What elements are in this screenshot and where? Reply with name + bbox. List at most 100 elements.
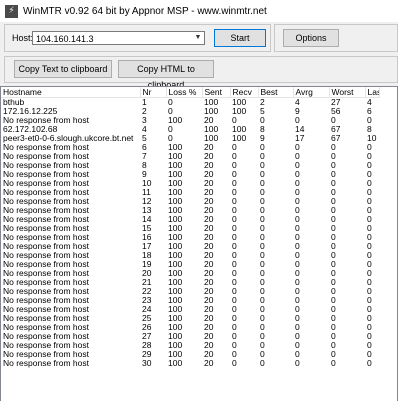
column-header-nr[interactable]: Nr — [140, 87, 167, 98]
table-cell: 20 — [204, 152, 214, 161]
table-row[interactable]: No response from host 30 100 20 0 0 0 0 0 — [1, 359, 379, 368]
table-cell: 0 — [367, 215, 372, 224]
table-cell: 0 — [260, 350, 265, 359]
table-cell: 0 — [331, 269, 336, 278]
table-cell: 28 — [142, 341, 152, 350]
table-cell: 100 — [168, 206, 183, 215]
table-cell: 0 — [331, 260, 336, 269]
column-header-avrg[interactable]: Avrg — [293, 87, 330, 98]
table-cell: 0 — [232, 152, 237, 161]
host-combobox[interactable]: 104.160.141.3 ▼ — [32, 31, 205, 45]
table-row[interactable]: No response from host 9 100 20 0 0 0 0 0 — [1, 170, 379, 179]
table-cell: 0 — [232, 323, 237, 332]
table-cell: 0 — [295, 197, 300, 206]
table-cell: 20 — [204, 206, 214, 215]
start-button[interactable]: Start — [214, 29, 266, 47]
copy-text-button[interactable]: Copy Text to clipboard — [14, 60, 112, 78]
table-row[interactable]: No response from host 11 100 20 0 0 0 0 0 — [1, 188, 379, 197]
table-row[interactable]: No response from host 18 100 20 0 0 0 0 0 — [1, 251, 379, 260]
table-cell: 67 — [331, 134, 341, 143]
column-header-loss[interactable]: Loss % — [166, 87, 203, 98]
table-row[interactable]: No response from host 7 100 20 0 0 0 0 0 — [1, 152, 379, 161]
table-cell: 56 — [331, 107, 341, 116]
table-cell: 0 — [367, 224, 372, 233]
table-cell: 16 — [142, 233, 152, 242]
table-cell: 9 — [142, 170, 147, 179]
results-listview[interactable]: HostnameNrLoss %SentRecvBestAvrgWorstLas… — [0, 86, 398, 401]
table-cell: 0 — [260, 251, 265, 260]
table-row[interactable]: No response from host 3 100 20 0 0 0 0 0 — [1, 116, 379, 125]
table-cell: 0 — [232, 305, 237, 314]
title-bar: ⚡ WinMTR v0.92 64 bit by Appnor MSP - ww… — [0, 0, 398, 22]
table-cell: 20 — [204, 224, 214, 233]
table-cell: 0 — [295, 161, 300, 170]
column-header-worst[interactable]: Worst — [329, 87, 366, 98]
table-cell: 0 — [367, 170, 372, 179]
table-cell: 4 — [367, 97, 372, 107]
table-cell: 30 — [142, 359, 152, 368]
table-row[interactable]: 62.172.102.68 4 0 100 100 8 14 67 8 — [1, 125, 379, 134]
table-row[interactable]: No response from host 25 100 20 0 0 0 0 0 — [1, 314, 379, 323]
table-row[interactable]: bthub 1 0 100 100 2 4 27 4 — [1, 98, 379, 108]
column-header-hostname[interactable]: Hostname — [1, 87, 141, 98]
table-cell: 0 — [331, 170, 336, 179]
column-header-recv[interactable]: Recv — [230, 87, 259, 98]
table-row[interactable]: No response from host 14 100 20 0 0 0 0 0 — [1, 215, 379, 224]
column-header-sent[interactable]: Sent — [202, 87, 231, 98]
table-cell: 0 — [367, 260, 372, 269]
table-cell: 0 — [295, 233, 300, 242]
table-cell: 23 — [142, 296, 152, 305]
chevron-down-icon[interactable]: ▼ — [192, 32, 204, 44]
table-cell: 0 — [331, 215, 336, 224]
table-row[interactable]: No response from host 13 100 20 0 0 0 0 0 — [1, 206, 379, 215]
table-row[interactable]: No response from host 19 100 20 0 0 0 0 0 — [1, 260, 379, 269]
table-cell: 8 — [142, 161, 147, 170]
table-row[interactable]: No response from host 27 100 20 0 0 0 0 0 — [1, 332, 379, 341]
table-row[interactable]: No response from host 20 100 20 0 0 0 0 0 — [1, 269, 379, 278]
copy-html-button[interactable]: Copy HTML to clipboard — [118, 60, 214, 90]
options-button[interactable]: Options — [283, 29, 339, 47]
table-cell: 0 — [260, 197, 265, 206]
table-row[interactable]: No response from host 26 100 20 0 0 0 0 0 — [1, 323, 379, 332]
table-cell: No response from host — [3, 341, 89, 350]
table-row[interactable]: No response from host 12 100 20 0 0 0 0 0 — [1, 197, 379, 206]
table-cell: 20 — [204, 251, 214, 260]
table-cell: 0 — [367, 197, 372, 206]
table-row[interactable]: No response from host 17 100 20 0 0 0 0 0 — [1, 242, 379, 251]
table-cell: 0 — [367, 188, 372, 197]
table-cell: No response from host — [3, 350, 89, 359]
table-row[interactable]: No response from host 24 100 20 0 0 0 0 0 — [1, 305, 379, 314]
table-row[interactable]: peer3-et0-0-6.slough.ukcore.bt.net 5 0 100 1… — [1, 134, 379, 143]
table-row[interactable]: No response from host 21 100 20 0 0 0 0 0 — [1, 278, 379, 287]
table-cell: 17 — [142, 242, 152, 251]
table-cell: 0 — [331, 278, 336, 287]
table-cell: 2 — [260, 97, 265, 107]
table-row[interactable]: No response from host 15 100 20 0 0 0 0 0 — [1, 224, 379, 233]
table-cell: 0 — [232, 161, 237, 170]
table-row[interactable]: No response from host 10 100 20 0 0 0 0 0 — [1, 179, 379, 188]
table-cell: 22 — [142, 287, 152, 296]
table-cell: 0 — [331, 242, 336, 251]
table-row[interactable]: No response from host 29 100 20 0 0 0 0 0 — [1, 350, 379, 359]
column-header-best[interactable]: Best — [258, 87, 294, 98]
table-cell: 100 — [168, 188, 183, 197]
table-cell: 20 — [204, 188, 214, 197]
table-row[interactable]: No response from host 23 100 20 0 0 0 0 0 — [1, 296, 379, 305]
table-row[interactable]: No response from host 16 100 20 0 0 0 0 0 — [1, 233, 379, 242]
column-header-last[interactable]: Last — [365, 87, 380, 98]
table-row[interactable]: 172.16.12.225 2 0 100 100 5 9 56 6 — [1, 107, 379, 116]
host-input[interactable]: 104.160.141.3 — [36, 34, 94, 44]
table-cell: No response from host — [3, 170, 89, 179]
table-cell: 0 — [260, 152, 265, 161]
table-row[interactable]: No response from host 8 100 20 0 0 0 0 0 — [1, 161, 379, 170]
table-cell: 0 — [367, 359, 372, 368]
table-row[interactable]: No response from host 22 100 20 0 0 0 0 0 — [1, 287, 379, 296]
table-cell: 20 — [204, 179, 214, 188]
table-cell: 20 — [204, 341, 214, 350]
table-cell: 0 — [295, 188, 300, 197]
table-row[interactable]: No response from host 28 100 20 0 0 0 0 0 — [1, 341, 379, 350]
table-row[interactable]: No response from host 6 100 20 0 0 0 0 0 — [1, 143, 379, 152]
table-cell: 0 — [295, 152, 300, 161]
table-cell: 20 — [204, 278, 214, 287]
table-cell: 6 — [142, 143, 147, 152]
